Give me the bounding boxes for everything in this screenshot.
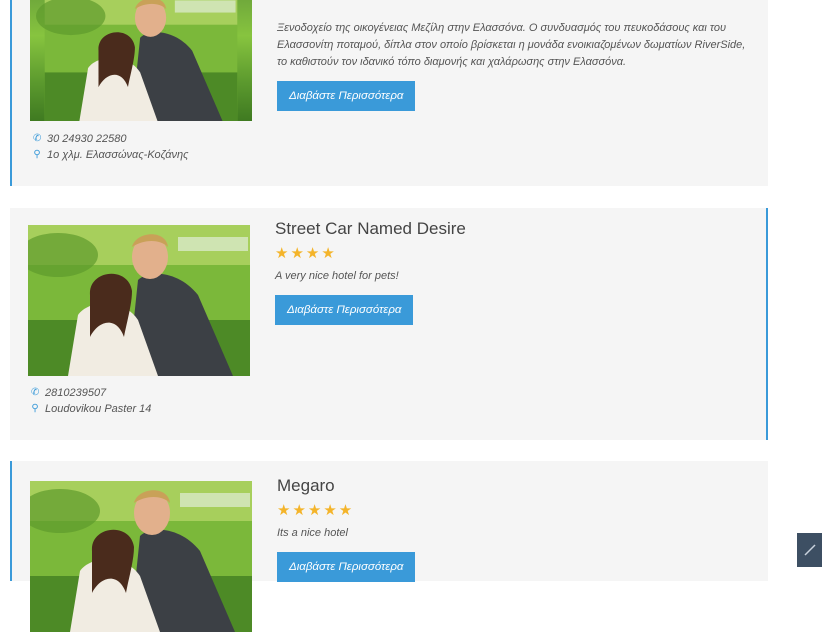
read-more-button[interactable]: Διαβάστε Περισσότερα [277, 552, 416, 582]
map-marker-icon: ⚲ [33, 149, 41, 160]
phone-number: 30 24930 22580 [47, 133, 127, 145]
hotel-description: Its a nice hotel [277, 527, 348, 539]
phone-icon: ✆ [33, 133, 42, 144]
phone-icon: ✆ [31, 387, 40, 398]
scroll-top-button[interactable] [797, 533, 822, 567]
arrow-up-icon [804, 544, 816, 556]
phone-row: ✆ 2810239507 [31, 385, 151, 401]
hotel-photo[interactable] [30, 481, 252, 632]
hotel-description: A very nice hotel for pets! [275, 270, 399, 282]
address-text: 1ο χλμ. Ελασσώνας-Κοζάνης [47, 149, 189, 161]
hotel-card-3: Megaro ★★★★★ Its a nice hotel Διαβάστε Π… [10, 461, 768, 632]
read-more-button[interactable]: Διαβάστε Περισσότερα [277, 81, 416, 111]
hotel-card-2: Street Car Named Desire ★★★★ A very nice… [10, 208, 768, 440]
hotel-content: Street Car Named Desire ★★★★ A very nice… [275, 218, 748, 325]
hotel-contact: ✆ 30 24930 22580 ⚲ 1ο χλμ. Ελασσώνας-Κοζ… [33, 131, 188, 163]
hotel-photo[interactable] [30, 0, 252, 121]
address-text: Loudovikou Paster 14 [45, 403, 152, 415]
hotel-contact: ✆ 2810239507 ⚲ Loudovikou Paster 14 [31, 385, 151, 417]
hotel-content: Megaro ★★★★★ Its a nice hotel Διαβάστε Π… [277, 475, 750, 582]
phone-number: 2810239507 [45, 387, 107, 399]
hotel-description: Ξενοδοχείο της οικογένειας Μεζίλη στην Ε… [277, 22, 746, 68]
hotel-title[interactable]: Megaro [277, 475, 750, 497]
hotel-content: Ξενοδοχείο της οικογένειας Μεζίλη στην Ε… [277, 20, 750, 111]
map-marker-icon: ⚲ [31, 403, 39, 414]
phone-row: ✆ 30 24930 22580 [33, 131, 188, 147]
hotel-card-1: Ξενοδοχείο της οικογένειας Μεζίλη στην Ε… [10, 0, 768, 186]
hotel-photo[interactable] [28, 225, 250, 376]
address-row: ⚲ Loudovikou Paster 14 [31, 401, 151, 417]
read-more-button[interactable]: Διαβάστε Περισσότερα [275, 295, 414, 325]
hotel-title[interactable]: Street Car Named Desire [275, 218, 748, 240]
star-rating: ★★★★ [275, 245, 337, 262]
address-row: ⚲ 1ο χλμ. Ελασσώνας-Κοζάνης [33, 147, 188, 163]
star-rating: ★★★★★ [277, 502, 355, 519]
